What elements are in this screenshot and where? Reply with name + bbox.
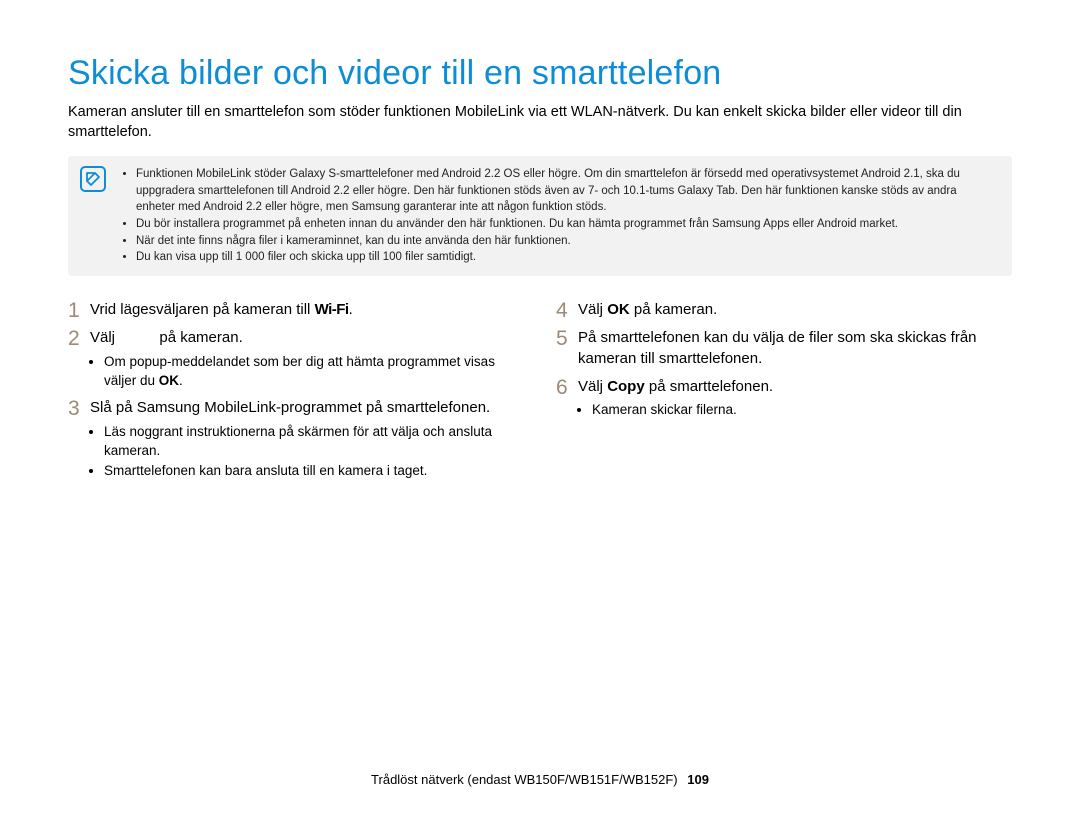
note-item: Du kan visa upp till 1 000 filer och ski… [136, 249, 998, 266]
step-number: 4 [556, 298, 568, 323]
step-text-part: på smarttelefonen. [645, 378, 773, 395]
step-text-part: Välj [578, 301, 607, 318]
step-text: Vrid lägesväljaren på kameran till Wi-Fi… [90, 300, 524, 320]
step-text-part: på kameran. [155, 329, 243, 346]
bullet-bold: OK [159, 373, 179, 388]
step-6: 6 Välj Copy på smarttelefonen. Kameran s… [556, 377, 1012, 420]
note-list: Funktionen MobileLink stöder Galaxy S-sm… [124, 166, 998, 266]
bullet-item: Kameran skickar filerna. [592, 401, 1012, 420]
step-1: 1 Vrid lägesväljaren på kameran till Wi-… [68, 300, 524, 320]
step-number: 1 [68, 298, 80, 323]
step-text: Välj på kameran. [90, 328, 524, 348]
step-4: 4 Välj OK på kameran. [556, 300, 1012, 320]
document-page: Skicka bilder och videor till en smartte… [0, 0, 1080, 815]
step-sub-bullets: Om popup-meddelandet som ber dig att häm… [90, 353, 524, 391]
step-sub-bullets: Läs noggrant instruktionerna på skärmen … [90, 423, 524, 482]
page-number: 109 [687, 772, 709, 787]
step-bold: Copy [607, 378, 645, 395]
step-number: 2 [68, 326, 80, 351]
bullet-item: Läs noggrant instruktionerna på skärmen … [104, 423, 524, 461]
step-text-part: Välj [578, 378, 607, 395]
note-item: Du bör installera programmet på enheten … [136, 216, 998, 233]
note-callout: Funktionen MobileLink stöder Galaxy S-sm… [68, 156, 1012, 276]
wifi-icon: Wi-Fi [315, 301, 349, 318]
step-text-part: Välj [90, 329, 119, 346]
bullet-item: Om popup-meddelandet som ber dig att häm… [104, 353, 524, 391]
intro-paragraph: Kameran ansluter till en smarttelefon so… [68, 103, 1012, 142]
step-3: 3 Slå på Samsung MobileLink-programmet p… [68, 398, 524, 481]
note-item: Funktionen MobileLink stöder Galaxy S-sm… [136, 166, 998, 216]
footer-section: Trådlöst nätverk (endast WB150F/WB151F/W… [371, 772, 678, 787]
step-text-part: på kameran. [630, 301, 718, 318]
step-bold: OK [607, 301, 630, 318]
note-item: När det inte finns några filer i kameram… [136, 233, 998, 250]
left-column: 1 Vrid lägesväljaren på kameran till Wi-… [68, 300, 524, 489]
step-number: 3 [68, 396, 80, 421]
step-text: På smarttelefonen kan du välja de filer … [578, 328, 1012, 369]
step-text: Slå på Samsung MobileLink-programmet på … [90, 398, 524, 418]
step-text-part: Vrid lägesväljaren på kameran till [90, 301, 315, 318]
step-number: 5 [556, 326, 568, 351]
bullet-item: Smarttelefonen kan bara ansluta till en … [104, 462, 524, 481]
page-footer: Trådlöst nätverk (endast WB150F/WB151F/W… [0, 772, 1080, 787]
step-text-part: . [349, 301, 353, 318]
step-number: 6 [556, 375, 568, 400]
step-2: 2 Välj på kameran. Om popup-meddelandet … [68, 328, 524, 390]
step-5: 5 På smarttelefonen kan du välja de file… [556, 328, 1012, 369]
bullet-text-part: . [179, 373, 183, 388]
step-text: Välj OK på kameran. [578, 300, 1012, 320]
page-title: Skicka bilder och videor till en smartte… [68, 54, 1012, 93]
step-text: Välj Copy på smarttelefonen. [578, 377, 1012, 397]
step-sub-bullets: Kameran skickar filerna. [578, 401, 1012, 420]
note-icon [80, 166, 106, 192]
steps-columns: 1 Vrid lägesväljaren på kameran till Wi-… [68, 300, 1012, 489]
right-column: 4 Välj OK på kameran. 5 På smarttelefone… [556, 300, 1012, 489]
